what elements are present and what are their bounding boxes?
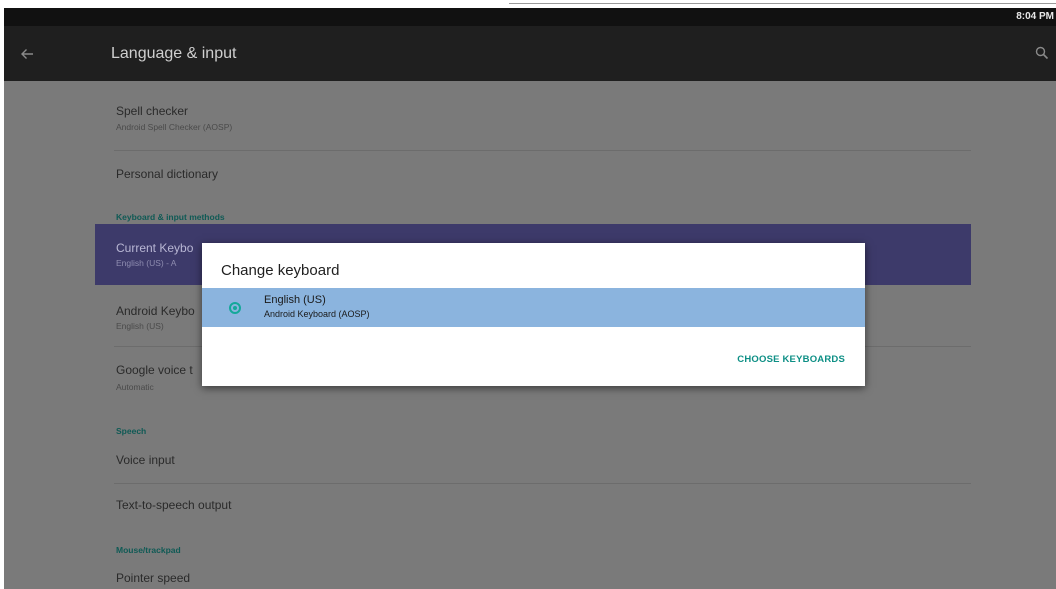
divider xyxy=(114,483,971,484)
pref-title: Android Keybo xyxy=(116,304,195,318)
page-title: Language & input xyxy=(111,45,237,62)
radio-selected-icon[interactable] xyxy=(229,302,241,314)
pref-title: Google voice t xyxy=(116,363,193,377)
top-margin xyxy=(4,0,1056,8)
app-bar: Language & input xyxy=(4,26,1056,81)
status-bar: 8:04 PM xyxy=(4,8,1056,26)
category-speech: Speech xyxy=(116,426,147,436)
pref-voice-input[interactable]: Voice input xyxy=(95,447,971,475)
choose-keyboards-button[interactable]: CHOOSE KEYBOARDS xyxy=(737,354,845,365)
pref-summary: English (US) xyxy=(116,321,164,331)
pref-summary: English (US) - A xyxy=(116,258,177,268)
pref-title: Pointer speed xyxy=(116,571,191,585)
screen-frame: 8:04 PM Language & input Spell checker A… xyxy=(4,0,1056,589)
pref-summary: Automatic xyxy=(116,382,154,392)
category-keyboard: Keyboard & input methods xyxy=(116,212,225,222)
pref-title: Spell checker xyxy=(116,104,189,118)
search-icon[interactable] xyxy=(1034,45,1050,61)
category-mouse: Mouse/trackpad xyxy=(116,545,181,555)
top-margin-line xyxy=(509,3,1056,4)
status-time: 8:04 PM xyxy=(1016,11,1054,22)
option-title: English (US) xyxy=(264,294,326,306)
dialog-title: Change keyboard xyxy=(221,262,340,279)
keyboard-option-english-us[interactable]: English (US) Android Keyboard (AOSP) xyxy=(202,288,865,327)
pref-title: Voice input xyxy=(116,453,175,467)
pref-title: Current Keybo xyxy=(116,241,194,255)
arrow-left-icon[interactable] xyxy=(18,45,36,63)
pref-title: Text-to-speech output xyxy=(116,498,232,512)
option-subtitle: Android Keyboard (AOSP) xyxy=(264,309,370,319)
pref-spell-checker[interactable]: Spell checker Android Spell Checker (AOS… xyxy=(95,98,971,142)
change-keyboard-dialog: Change keyboard English (US) Android Key… xyxy=(202,243,865,386)
pref-tts-output[interactable]: Text-to-speech output xyxy=(95,491,971,519)
pref-pointer-speed[interactable]: Pointer speed xyxy=(95,565,971,589)
pref-personal-dictionary[interactable]: Personal dictionary xyxy=(95,159,971,189)
pref-title: Personal dictionary xyxy=(116,167,219,181)
divider xyxy=(114,150,971,151)
pref-summary: Android Spell Checker (AOSP) xyxy=(116,122,233,132)
